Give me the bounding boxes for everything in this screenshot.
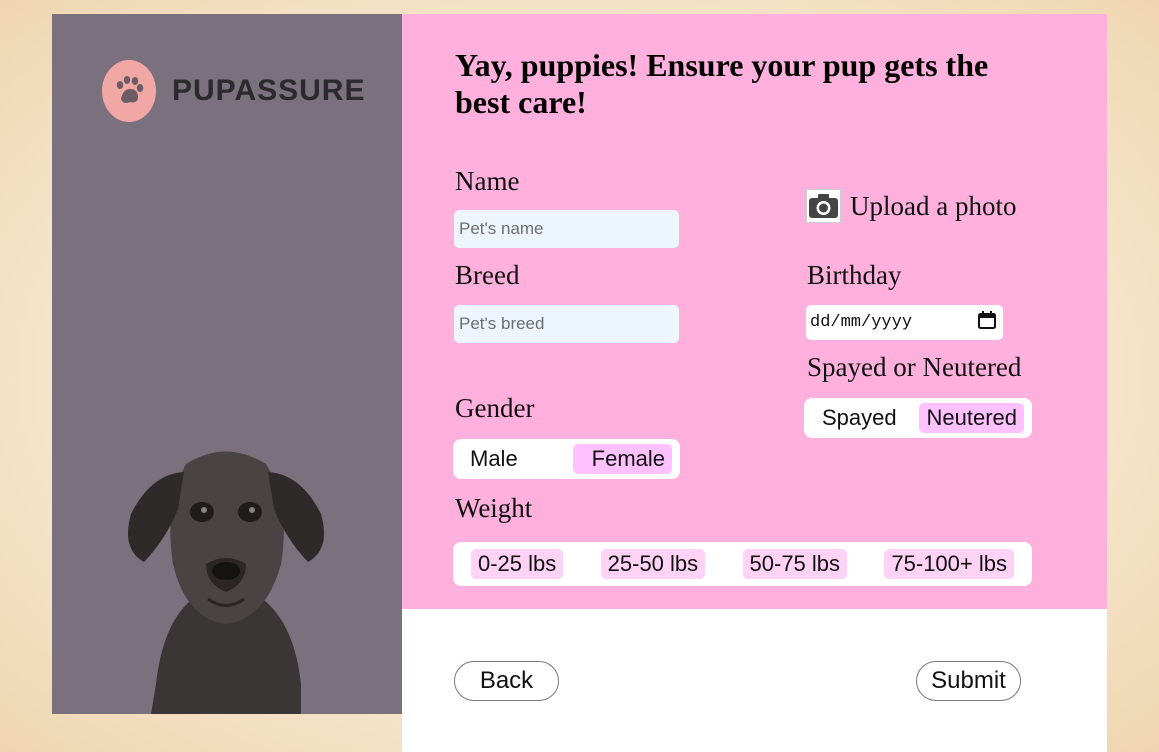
- camera-icon: [806, 189, 841, 223]
- calendar-icon[interactable]: [977, 310, 997, 336]
- weight-option-50-75[interactable]: 50-75 lbs: [742, 549, 848, 579]
- logo: PUPASSURE: [102, 60, 365, 122]
- male-option[interactable]: Male: [463, 444, 525, 474]
- spay-neuter-toggle: Spayed Neutered: [804, 398, 1032, 438]
- spay-neuter-label: Spayed or Neutered: [807, 352, 1022, 382]
- pet-breed-input[interactable]: [454, 305, 679, 343]
- puppy-image: [127, 451, 325, 714]
- name-label: Name: [455, 166, 520, 196]
- breed-label: Breed: [455, 260, 520, 290]
- submit-button[interactable]: Submit: [916, 661, 1021, 701]
- birthday-date-input[interactable]: dd/mm/yyyy: [806, 305, 1003, 340]
- weight-label: Weight: [455, 493, 533, 523]
- upload-photo-button[interactable]: Upload a photo: [806, 189, 1016, 223]
- gender-toggle: Male Female: [453, 439, 680, 479]
- female-option[interactable]: Female: [572, 444, 672, 474]
- weight-selector: 0-25 lbs 25-50 lbs 50-75 lbs 75-100+ lbs: [453, 542, 1032, 586]
- birthday-placeholder: dd/mm/yyyy: [810, 313, 913, 332]
- birthday-label: Birthday: [807, 260, 902, 290]
- form-headline: Yay, puppies! Ensure your pup gets the b…: [455, 47, 989, 120]
- weight-option-0-25[interactable]: 0-25 lbs: [471, 549, 564, 579]
- weight-option-75-100[interactable]: 75-100+ lbs: [884, 549, 1014, 579]
- neutered-option[interactable]: Neutered: [919, 403, 1024, 433]
- brand-panel: PUPASSURE: [52, 14, 402, 714]
- weight-option-25-50[interactable]: 25-50 lbs: [600, 549, 706, 579]
- upload-photo-label: Upload a photo: [850, 190, 1017, 221]
- spayed-option[interactable]: Spayed: [815, 403, 904, 433]
- brand-name: PUPASSURE: [172, 74, 366, 107]
- pet-name-input[interactable]: [454, 210, 679, 248]
- paw-icon: [102, 60, 156, 122]
- back-button[interactable]: Back: [454, 661, 559, 701]
- gender-label: Gender: [455, 393, 535, 423]
